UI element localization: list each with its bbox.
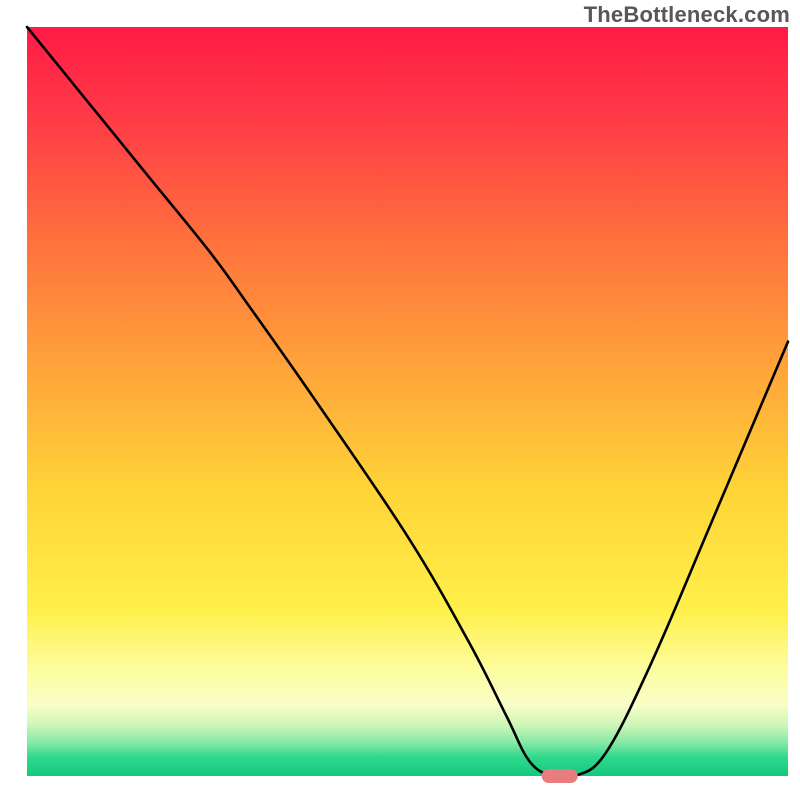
optimum-marker	[542, 769, 578, 783]
chart-stage: TheBottleneck.com	[0, 0, 800, 800]
plot-background	[27, 27, 788, 776]
chart-svg	[0, 0, 800, 800]
watermark-text: TheBottleneck.com	[584, 2, 790, 28]
